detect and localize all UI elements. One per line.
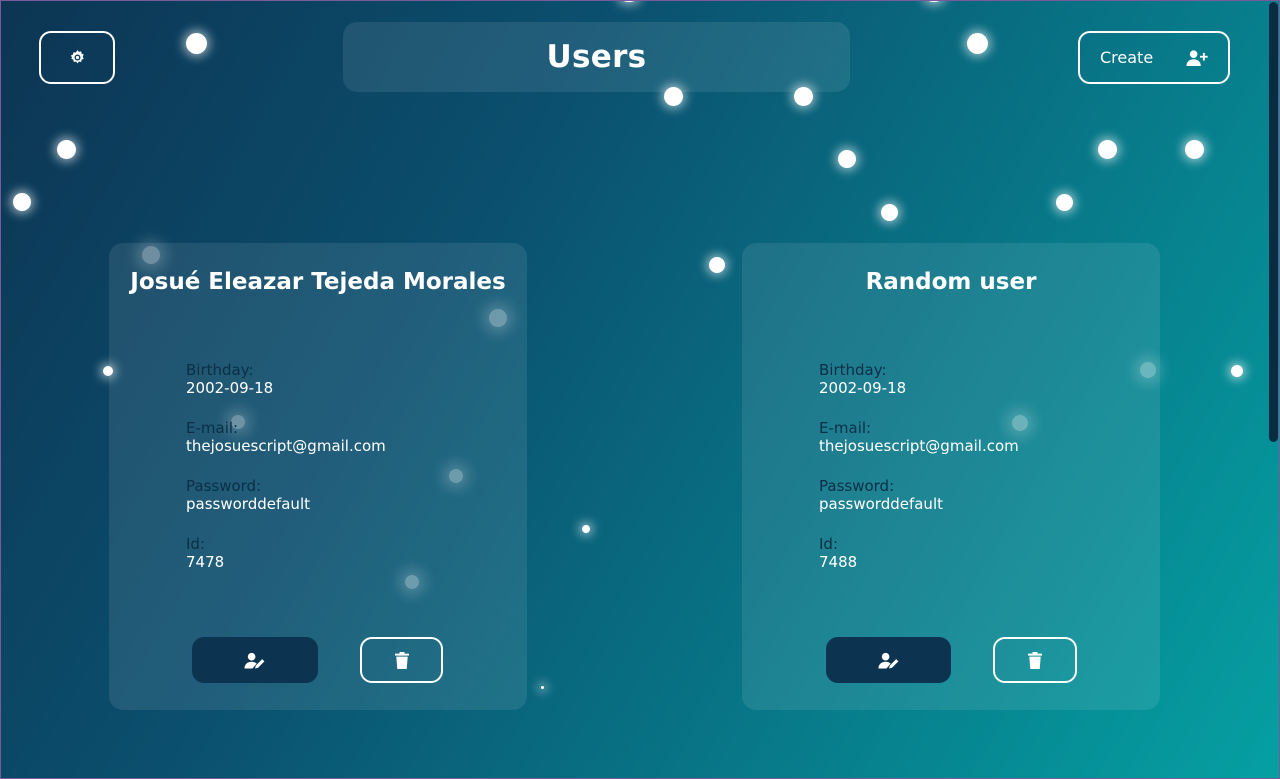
field-label: Id: bbox=[819, 535, 838, 553]
field-value: 7488 bbox=[819, 553, 858, 571]
create-user-button[interactable]: Create bbox=[1078, 31, 1230, 84]
user-name: Random user bbox=[865, 269, 1037, 295]
page-title: Users bbox=[546, 39, 647, 75]
trash-icon bbox=[1028, 651, 1042, 669]
field-password: Password: passworddefault bbox=[186, 477, 386, 535]
particle bbox=[186, 33, 207, 54]
user-card: Josué Eleazar Tejeda Morales Birthday: 2… bbox=[109, 243, 527, 710]
particle bbox=[13, 193, 31, 211]
field-label: Id: bbox=[186, 535, 205, 553]
user-details: Birthday: 2002-09-18 E-mail: thejosuescr… bbox=[819, 361, 1019, 593]
particle bbox=[838, 150, 856, 168]
delete-user-button[interactable] bbox=[360, 637, 443, 683]
edit-user-button[interactable] bbox=[826, 637, 951, 683]
field-value: passworddefault bbox=[186, 495, 310, 513]
field-label: Birthday: bbox=[186, 361, 254, 379]
particle bbox=[881, 204, 898, 221]
particle bbox=[57, 140, 76, 159]
settings-button[interactable] bbox=[39, 31, 115, 84]
user-details: Birthday: 2002-09-18 E-mail: thejosuescr… bbox=[186, 361, 386, 593]
particle bbox=[1185, 140, 1204, 159]
particle bbox=[1056, 194, 1073, 211]
particle bbox=[1231, 365, 1243, 377]
particle bbox=[541, 686, 544, 689]
scrollbar-thumb[interactable] bbox=[1269, 2, 1278, 442]
field-password: Password: passworddefault bbox=[819, 477, 1019, 535]
edit-user-button[interactable] bbox=[192, 637, 318, 683]
user-name: Josué Eleazar Tejeda Morales bbox=[130, 269, 506, 295]
field-value: passworddefault bbox=[819, 495, 943, 513]
page-scrollbar[interactable] bbox=[1266, 0, 1280, 779]
user-edit-icon bbox=[244, 652, 266, 669]
field-email: E-mail: thejosuescript@gmail.com bbox=[819, 419, 1019, 477]
particle bbox=[582, 525, 590, 533]
particle bbox=[967, 33, 988, 54]
field-id: Id: 7478 bbox=[186, 535, 386, 593]
field-label: E-mail: bbox=[819, 419, 872, 437]
field-value: thejosuescript@gmail.com bbox=[819, 437, 1019, 455]
user-plus-icon bbox=[1186, 49, 1208, 67]
field-label: E-mail: bbox=[186, 419, 239, 437]
particle bbox=[1098, 140, 1117, 159]
user-card: Random user Birthday: 2002-09-18 E-mail:… bbox=[742, 243, 1160, 710]
particle bbox=[925, 0, 943, 2]
gear-icon bbox=[69, 49, 86, 66]
field-value: 2002-09-18 bbox=[186, 379, 274, 397]
field-label: Birthday: bbox=[819, 361, 887, 379]
page-title-container: Users bbox=[343, 22, 850, 92]
field-birthday: Birthday: 2002-09-18 bbox=[186, 361, 386, 419]
delete-user-button[interactable] bbox=[993, 637, 1077, 683]
field-id: Id: 7488 bbox=[819, 535, 1019, 593]
user-edit-icon bbox=[877, 652, 900, 669]
field-email: E-mail: thejosuescript@gmail.com bbox=[186, 419, 386, 477]
field-value: thejosuescript@gmail.com bbox=[186, 437, 386, 455]
field-value: 7478 bbox=[186, 553, 225, 571]
field-label: Password: bbox=[186, 477, 262, 495]
field-value: 2002-09-18 bbox=[819, 379, 907, 397]
particle bbox=[709, 257, 725, 273]
field-birthday: Birthday: 2002-09-18 bbox=[819, 361, 1019, 419]
trash-icon bbox=[394, 651, 409, 669]
create-button-label: Create bbox=[1100, 48, 1154, 67]
field-label: Password: bbox=[819, 477, 895, 495]
particle bbox=[620, 0, 638, 2]
